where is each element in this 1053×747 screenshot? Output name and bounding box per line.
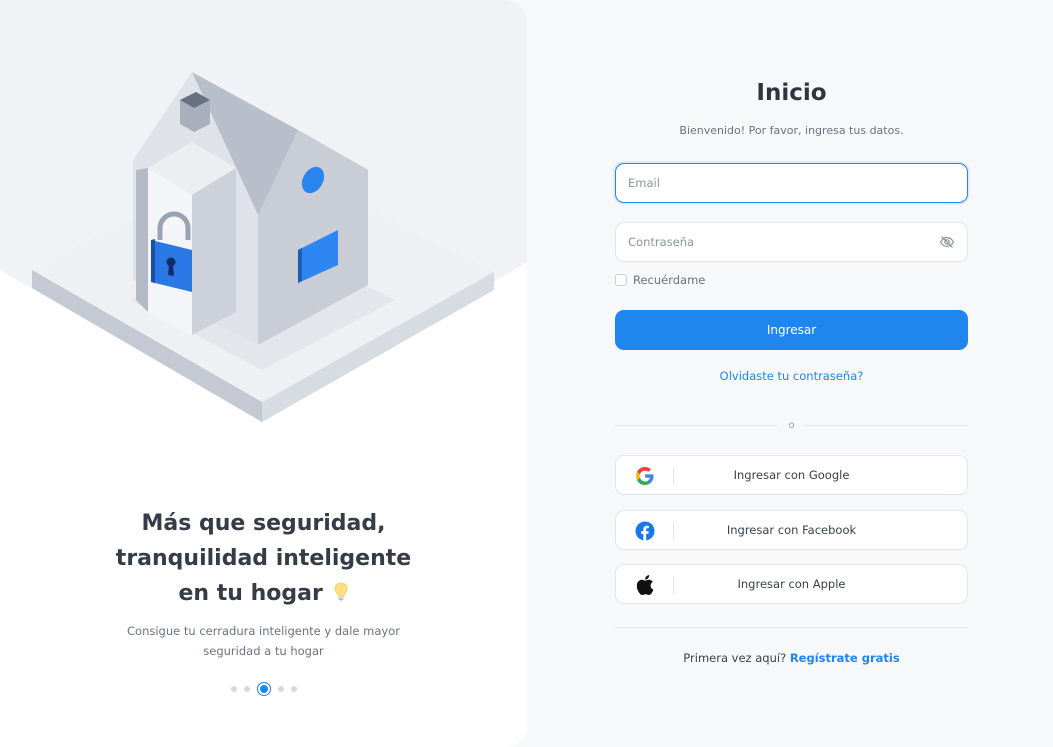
password-field[interactable] bbox=[615, 222, 968, 262]
carousel-dot[interactable] bbox=[230, 686, 237, 692]
apple-icon bbox=[635, 575, 655, 595]
carousel-dots bbox=[0, 682, 527, 696]
password-input[interactable] bbox=[628, 235, 939, 249]
facebook-login-button[interactable]: Ingresar con Facebook bbox=[615, 510, 968, 550]
house-lock-illustration bbox=[32, 72, 494, 422]
login-button[interactable]: Ingresar bbox=[615, 310, 968, 350]
email-field[interactable] bbox=[615, 163, 968, 203]
google-login-button[interactable]: Ingresar con Google bbox=[615, 455, 968, 495]
eye-off-icon[interactable] bbox=[939, 234, 955, 250]
remember-me[interactable]: Recuérdame bbox=[615, 273, 705, 287]
hero-title: Más que seguridad, tranquilidad intelige… bbox=[0, 506, 527, 611]
carousel-dot[interactable] bbox=[290, 686, 297, 692]
hero-title-line-1: Más que seguridad, bbox=[141, 511, 386, 536]
google-label: Ingresar con Google bbox=[733, 468, 850, 482]
promo-panel: Más que seguridad, tranquilidad intelige… bbox=[0, 0, 527, 747]
button-separator bbox=[673, 522, 674, 540]
or-text: o bbox=[788, 419, 795, 431]
signup-prompt: Primera vez aquí? Regístrate gratis bbox=[615, 651, 968, 665]
carousel-dot[interactable] bbox=[277, 686, 284, 692]
email-input[interactable] bbox=[628, 176, 955, 190]
signup-link[interactable]: Regístrate gratis bbox=[790, 651, 900, 665]
lightbulb-icon bbox=[335, 582, 348, 601]
divider-rule-left bbox=[615, 424, 779, 426]
divider-rule-right bbox=[804, 424, 968, 426]
or-divider: o bbox=[615, 418, 968, 432]
login-subtitle: Bienvenido! Por favor, ingresa tus datos… bbox=[679, 124, 904, 137]
remember-checkbox[interactable] bbox=[615, 274, 627, 286]
hero-title-line-3: en tu hogar bbox=[178, 581, 323, 606]
signup-prompt-text: Primera vez aquí? bbox=[683, 651, 787, 665]
hero-subtitle: Consigue tu cerradura inteligente y dale… bbox=[127, 624, 400, 658]
forgot-password-link[interactable]: Olvidaste tu contraseña? bbox=[615, 369, 968, 383]
hero-title-line-2: tranquilidad inteligente bbox=[115, 546, 412, 571]
google-icon bbox=[635, 466, 655, 486]
button-separator bbox=[673, 467, 674, 485]
footer-divider bbox=[615, 627, 968, 628]
login-title: Inicio bbox=[756, 80, 827, 106]
apple-login-button[interactable]: Ingresar con Apple bbox=[615, 564, 968, 604]
carousel-dot-active[interactable] bbox=[256, 682, 271, 696]
carousel-dot[interactable] bbox=[243, 686, 250, 692]
apple-label: Ingresar con Apple bbox=[737, 577, 846, 591]
button-separator bbox=[673, 576, 674, 594]
facebook-label: Ingresar con Facebook bbox=[726, 523, 857, 537]
facebook-icon bbox=[635, 521, 655, 541]
remember-label: Recuérdame bbox=[633, 273, 706, 287]
